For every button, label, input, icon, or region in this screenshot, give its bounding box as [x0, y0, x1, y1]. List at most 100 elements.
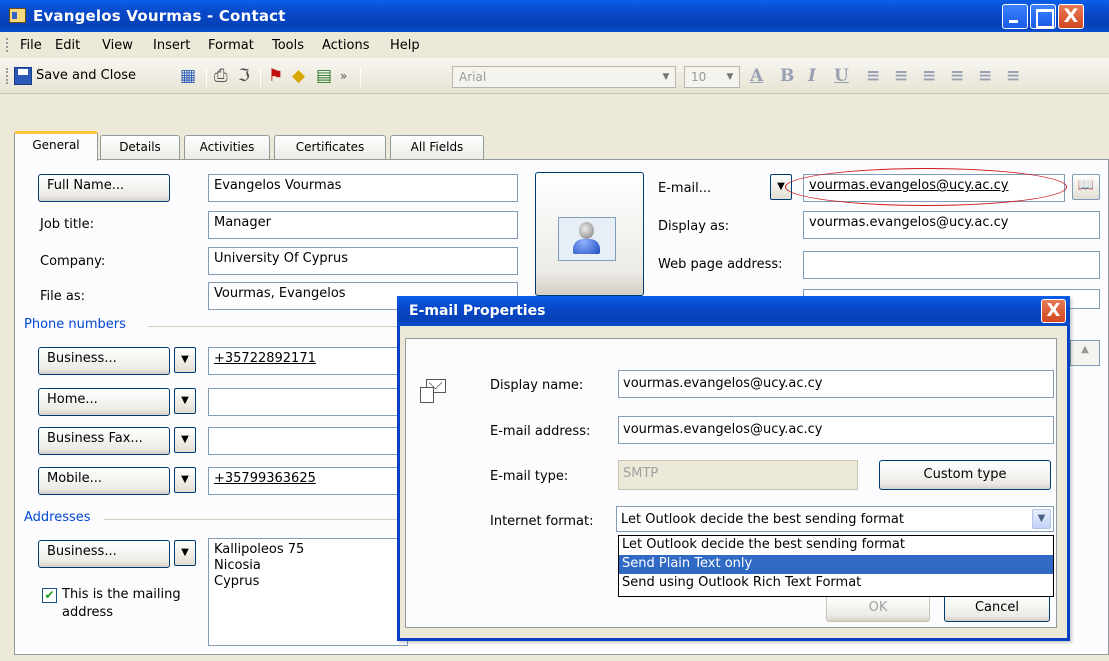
- phone-business-fax-button[interactable]: Business Fax...: [38, 427, 170, 455]
- dialog-title: E-mail Properties: [409, 303, 546, 319]
- new-message-icon[interactable]: ▤: [316, 66, 332, 86]
- format-option-rich-text[interactable]: Send using Outlook Rich Text Format: [619, 574, 1053, 593]
- menu-view[interactable]: View: [102, 38, 133, 53]
- email-field[interactable]: vourmas.evangelos@ucy.ac.cy: [803, 174, 1065, 202]
- increase-indent-icon[interactable]: ≡: [1006, 66, 1020, 86]
- mailing-address-label-2: address: [62, 605, 114, 620]
- chevron-down-icon[interactable]: ▼: [174, 540, 196, 566]
- phone-business-field[interactable]: +35722892171: [208, 347, 408, 375]
- tab-details[interactable]: Details: [100, 135, 180, 159]
- underline-icon[interactable]: U: [834, 66, 849, 86]
- internet-format-value: Let Outlook decide the best sending form…: [621, 512, 904, 527]
- menu-bar: File Edit View Insert Format Tools Actio…: [0, 32, 1109, 58]
- menu-file[interactable]: File: [20, 38, 42, 53]
- mailing-address-label: This is the mailing: [62, 587, 181, 602]
- follow-up-flag-icon[interactable]: ⚑: [268, 66, 283, 86]
- phone-business-button[interactable]: Business...: [38, 347, 170, 375]
- chevron-down-icon[interactable]: ▼: [174, 427, 196, 453]
- align-center-icon[interactable]: ≡: [894, 66, 908, 86]
- toolbar-grip-handle[interactable]: [6, 68, 9, 84]
- menu-help[interactable]: Help: [390, 38, 420, 53]
- chevron-down-icon[interactable]: ▼: [770, 174, 792, 200]
- toolbar-separator: [260, 67, 261, 87]
- minimize-button[interactable]: [1002, 4, 1028, 29]
- full-name-button[interactable]: Full Name...: [38, 174, 170, 202]
- chevron-down-icon[interactable]: ▼: [722, 68, 738, 86]
- menu-edit[interactable]: Edit: [55, 38, 80, 53]
- email-label[interactable]: E-mail...: [658, 181, 711, 196]
- decrease-indent-icon[interactable]: ≡: [978, 66, 992, 86]
- internet-format-select[interactable]: Let Outlook decide the best sending form…: [616, 506, 1054, 532]
- cancel-button[interactable]: Cancel: [944, 594, 1050, 622]
- address-book-icon[interactable]: 📖: [1072, 174, 1100, 200]
- job-title-field[interactable]: Manager: [208, 211, 518, 239]
- align-left-icon[interactable]: ≡: [866, 66, 880, 86]
- save-disk-icon[interactable]: ▦: [180, 66, 196, 86]
- email-envelope-icon: [420, 379, 446, 403]
- format-option-plain-text[interactable]: Send Plain Text only: [619, 555, 1053, 574]
- menu-format[interactable]: Format: [208, 38, 254, 53]
- bullets-icon[interactable]: ≡: [950, 66, 964, 86]
- map-address-icon[interactable]: ◆: [292, 66, 305, 86]
- save-icon[interactable]: [14, 67, 32, 85]
- chevron-down-icon[interactable]: ▼: [174, 347, 196, 373]
- italic-icon[interactable]: I: [808, 66, 816, 86]
- chevron-down-icon[interactable]: ▼: [174, 388, 196, 414]
- internet-format-dropdown-list[interactable]: Let Outlook decide the best sending form…: [618, 535, 1054, 597]
- chevron-down-icon[interactable]: ▼: [658, 68, 674, 86]
- bold-icon[interactable]: B: [780, 66, 794, 86]
- maximize-button[interactable]: [1030, 4, 1056, 29]
- contact-card-icon: [9, 8, 26, 23]
- phone-numbers-header: Phone numbers: [24, 317, 126, 332]
- toolbar-options-chevron-icon[interactable]: »: [340, 69, 347, 83]
- address-line: Kallipoleos 75: [214, 542, 305, 557]
- menu-tools[interactable]: Tools: [272, 38, 304, 53]
- close-window-button[interactable]: X: [1058, 4, 1084, 29]
- phone-business-fax-field[interactable]: [208, 427, 408, 455]
- format-option-let-outlook-decide[interactable]: Let Outlook decide the best sending form…: [619, 536, 1053, 555]
- menu-insert[interactable]: Insert: [153, 38, 190, 53]
- job-title-label: Job title:: [40, 217, 94, 232]
- window-titlebar[interactable]: Evangelos Vourmas - Contact X: [0, 0, 1109, 32]
- ok-button[interactable]: OK: [826, 594, 930, 622]
- save-and-close-button[interactable]: Save and Close: [36, 68, 136, 83]
- toolbar-separator: [206, 67, 207, 87]
- address-type-button[interactable]: Business...: [38, 540, 170, 568]
- internet-format-label: Internet format:: [490, 514, 594, 529]
- print-icon[interactable]: ⎙: [214, 66, 228, 86]
- full-name-field[interactable]: Evangelos Vourmas: [208, 174, 518, 202]
- scroll-up-icon[interactable]: ▲: [1070, 340, 1100, 366]
- custom-type-button[interactable]: Custom type: [879, 460, 1051, 490]
- font-name-combo[interactable]: Arial ▼: [452, 66, 676, 88]
- dialog-titlebar[interactable]: E-mail Properties X: [397, 296, 1070, 326]
- phone-mobile-button[interactable]: Mobile...: [38, 467, 170, 495]
- contact-picture-button[interactable]: [535, 172, 644, 296]
- font-name-value: Arial: [459, 70, 487, 84]
- chevron-down-icon[interactable]: ▼: [1032, 509, 1051, 529]
- phone-home-button[interactable]: Home...: [38, 388, 170, 416]
- attach-paperclip-icon[interactable]: ℑ: [238, 66, 250, 86]
- mailing-address-checkbox[interactable]: ✔: [42, 588, 57, 603]
- tab-general[interactable]: General: [14, 131, 98, 161]
- tab-activities[interactable]: Activities: [184, 135, 270, 159]
- phone-mobile-field[interactable]: +35799363625: [208, 467, 408, 495]
- dialog-close-button[interactable]: X: [1041, 299, 1066, 323]
- display-as-field[interactable]: vourmas.evangelos@ucy.ac.cy: [803, 211, 1100, 239]
- tab-certificates[interactable]: Certificates: [274, 135, 386, 159]
- display-name-field[interactable]: vourmas.evangelos@ucy.ac.cy: [618, 370, 1054, 398]
- company-field[interactable]: University Of Cyprus: [208, 247, 518, 275]
- menu-actions[interactable]: Actions: [322, 38, 370, 53]
- phone-home-field[interactable]: [208, 388, 408, 416]
- web-page-address-field[interactable]: [803, 251, 1100, 279]
- font-size-combo[interactable]: 10 ▼: [684, 66, 740, 88]
- menu-grip-handle[interactable]: [6, 38, 9, 52]
- display-as-label: Display as:: [658, 219, 730, 234]
- email-address-field[interactable]: vourmas.evangelos@ucy.ac.cy: [618, 416, 1054, 444]
- align-right-icon[interactable]: ≡: [922, 66, 936, 86]
- font-color-icon[interactable]: A: [750, 66, 763, 86]
- address-textarea[interactable]: Kallipoleos 75 Nicosia Cyprus: [208, 538, 408, 646]
- address-line: Nicosia: [214, 558, 261, 573]
- tab-all-fields[interactable]: All Fields: [390, 135, 484, 159]
- file-as-label: File as:: [40, 289, 86, 304]
- chevron-down-icon[interactable]: ▼: [174, 467, 196, 493]
